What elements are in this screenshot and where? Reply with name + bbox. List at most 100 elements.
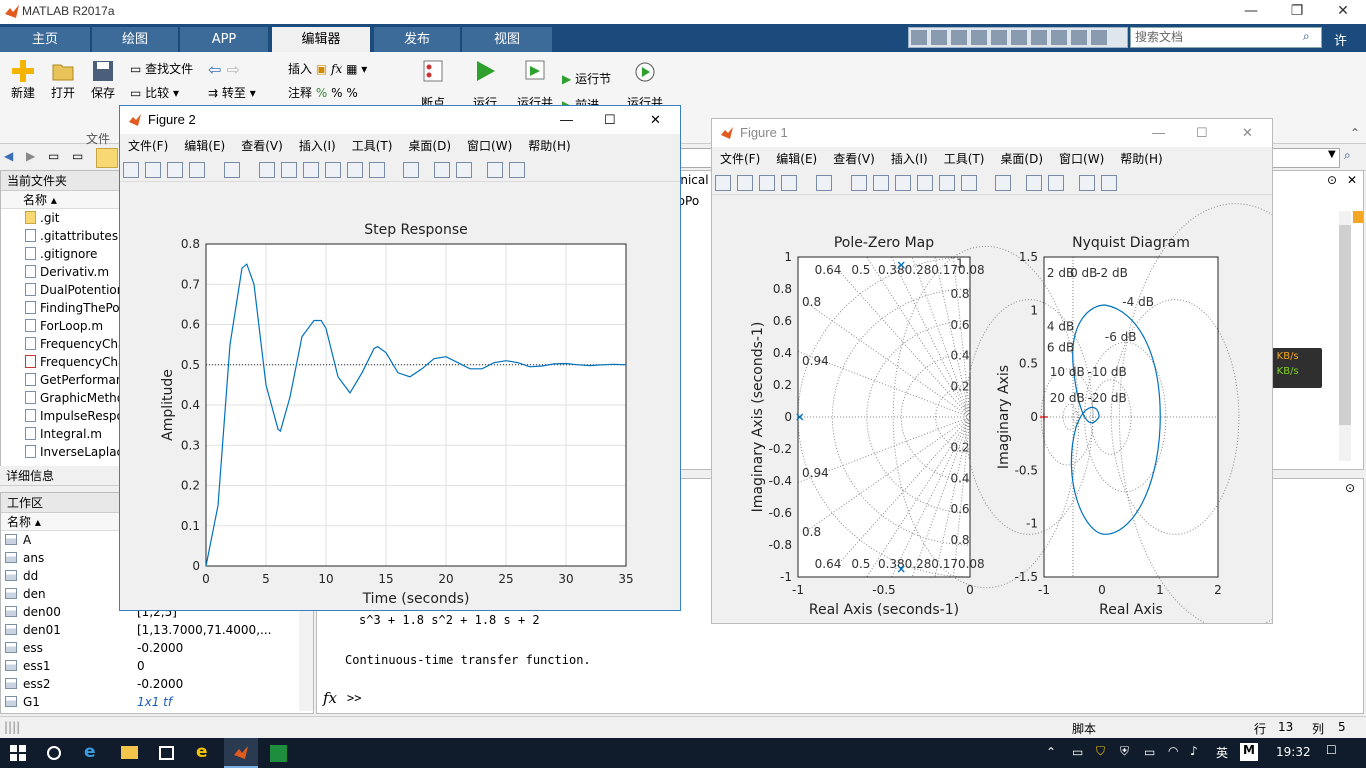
clock-time[interactable]: 19:32 <box>1276 745 1311 759</box>
file-list-item[interactable]: Derivativ.m <box>7 263 123 281</box>
find-files-button[interactable]: ▭ 查找文件 <box>130 60 193 77</box>
figure2-minimize-button[interactable]: — <box>560 106 573 134</box>
user-menu[interactable]: 许 <box>1334 30 1347 49</box>
tab-home[interactable]: 主页 <box>0 27 90 52</box>
data-cursor-icon[interactable] <box>346 162 363 178</box>
tab-plots[interactable]: 绘图 <box>92 27 178 52</box>
hide-tools-icon[interactable] <box>1079 175 1096 191</box>
open-file-icon[interactable] <box>737 175 753 191</box>
restore-button[interactable]: ❐ <box>1274 0 1320 24</box>
open-file-icon[interactable] <box>145 162 161 178</box>
tab-view[interactable]: 视图 <box>462 27 552 52</box>
up-folder-icon[interactable]: ▭ <box>48 149 59 163</box>
figure-menu-item[interactable]: 查看(V) <box>233 134 291 158</box>
zoom-in-icon[interactable] <box>850 175 867 191</box>
close-button[interactable]: ✕ <box>1320 0 1366 24</box>
matlab-taskbar-button[interactable] <box>224 738 258 768</box>
figure2-window[interactable]: Figure 2 — ☐ ✕ 文件(F) 编辑(E) 查看(V) 插入(I) 工具(T)… <box>119 105 681 611</box>
figure1-minimize-button[interactable]: — <box>1152 119 1165 147</box>
file-list-item[interactable]: InverseLaplac <box>7 443 123 461</box>
path-dropdown-icon[interactable]: ▼ <box>1328 149 1336 160</box>
colorbar-icon[interactable] <box>434 162 451 178</box>
code-analyzer-indicator[interactable] <box>1353 211 1363 223</box>
new-figure-icon[interactable] <box>123 162 139 178</box>
volume-icon[interactable]: ♪ <box>1190 744 1198 758</box>
file-list-item[interactable]: DualPotention <box>7 281 123 299</box>
tray-app-icon[interactable]: ▭ <box>1072 745 1083 759</box>
colorbar-icon[interactable] <box>1026 175 1043 191</box>
zoom-in-icon[interactable] <box>258 162 275 178</box>
ie-browser-icon[interactable]: e <box>196 742 208 762</box>
figure-menu-item[interactable]: 窗口(W) <box>459 134 520 158</box>
file-list-item[interactable]: Integral.m <box>7 425 123 443</box>
figure-menu-item[interactable]: 帮助(H) <box>1112 147 1170 171</box>
edge-browser-icon[interactable]: e <box>84 742 96 762</box>
rotate-icon[interactable] <box>916 175 933 191</box>
tab-publish[interactable]: 发布 <box>374 27 460 52</box>
print-icon[interactable] <box>189 162 205 178</box>
compare-button[interactable]: ▭ 比较 ▾ <box>130 84 179 101</box>
figure-menu-item[interactable]: 桌面(D) <box>992 147 1051 171</box>
figure-menu-item[interactable]: 插入(I) <box>883 147 936 171</box>
figure-menu-item[interactable]: 编辑(E) <box>768 147 825 171</box>
legend-icon[interactable] <box>456 162 473 178</box>
figure-menu-item[interactable]: 工具(T) <box>344 134 401 158</box>
save-figure-icon[interactable] <box>759 175 775 191</box>
comment-button[interactable]: 注释 % % % <box>288 84 358 101</box>
figure-menu-item[interactable]: 帮助(H) <box>520 134 578 158</box>
workspace-variable-row[interactable]: G1 1x1 tf <box>1 693 313 711</box>
search-documentation-input[interactable]: 搜索文档 <box>1130 27 1322 48</box>
file-list-item[interactable]: ImpulseRespo <box>7 407 123 425</box>
zoom-out-icon[interactable] <box>872 175 889 191</box>
save-button[interactable]: 保存 <box>86 58 120 101</box>
file-list-item[interactable]: FrequencyCha <box>7 335 123 353</box>
figure-menu-item[interactable]: 插入(I) <box>291 134 344 158</box>
figure-menu-item[interactable]: 工具(T) <box>936 147 993 171</box>
command-window-menu-icon[interactable]: ⊙ <box>1345 481 1355 495</box>
file-list-item[interactable]: GetPerforman <box>7 371 123 389</box>
figure-menu-item[interactable]: 窗口(W) <box>1051 147 1112 171</box>
path-search-icon[interactable]: ⌕ <box>1344 148 1351 163</box>
figure2-maximize-button[interactable]: ☐ <box>604 106 616 134</box>
save-figure-icon[interactable] <box>167 162 183 178</box>
minimize-button[interactable]: — <box>1228 0 1274 24</box>
details-panel-title[interactable]: 详细信息 <box>0 466 124 486</box>
figure1-window[interactable]: Figure 1 — ☐ ✕ 文件(F) 编辑(E) 查看(V) 插入(I) 工具(T)… <box>711 118 1273 624</box>
open-button[interactable]: 打开 <box>46 58 80 101</box>
workspace-variable-row[interactable]: ess -0.2000 <box>1 639 313 657</box>
file-list-item[interactable]: .gitattributes <box>7 227 123 245</box>
brush-icon[interactable] <box>368 162 385 178</box>
file-list-item[interactable]: FrequencyCha <box>7 353 123 371</box>
green-app-icon[interactable] <box>270 745 287 762</box>
legend-icon[interactable] <box>1048 175 1065 191</box>
figure1-close-button[interactable]: ✕ <box>1242 119 1253 147</box>
print-icon[interactable] <box>781 175 797 191</box>
defender-icon[interactable]: ⛨ <box>1120 744 1129 759</box>
battery-icon[interactable]: ▭ <box>1144 745 1155 759</box>
quick-access-toolbar[interactable] <box>908 27 1128 48</box>
windows-start-icon[interactable] <box>10 745 26 761</box>
search-icon[interactable]: ⌕ <box>1303 29 1310 44</box>
run-section-button[interactable]: ▶ 运行节 <box>562 70 611 87</box>
new-button[interactable]: 新建 <box>6 58 40 101</box>
insert-button[interactable]: 插入 ▣ fx ▦ ▾ <box>288 60 367 77</box>
file-list-item[interactable]: GraphicMetho <box>7 389 123 407</box>
wifi-icon[interactable]: ◠ <box>1168 744 1178 758</box>
file-list-item[interactable]: .gitignore <box>7 245 123 263</box>
nav-back-icon[interactable]: ◀ <box>4 149 13 163</box>
file-list-item[interactable]: ForLoop.m <box>7 317 123 335</box>
security-shield-icon[interactable]: ⛉ <box>1096 744 1105 759</box>
action-center-icon[interactable]: ☐ <box>1326 743 1337 757</box>
link-plot-icon[interactable] <box>995 175 1012 191</box>
run-button[interactable]: 运行 <box>468 58 502 111</box>
editor-actions-icon[interactable]: ⊙ <box>1327 173 1337 187</box>
file-list-item[interactable]: .git <box>7 209 123 227</box>
tab-apps[interactable]: APP <box>180 27 268 52</box>
data-cursor-icon[interactable] <box>938 175 955 191</box>
zoom-out-icon[interactable] <box>280 162 297 178</box>
workspace-variable-row[interactable]: den01 [1,13.7000,71.4000,... <box>1 621 313 639</box>
run-and-advance-button[interactable]: 运行并 <box>516 58 554 111</box>
run-and-time-button[interactable]: 运行并 <box>626 58 664 111</box>
browse-folder-icon[interactable]: ▭ <box>72 149 83 163</box>
pan-hand-icon[interactable] <box>302 162 319 178</box>
